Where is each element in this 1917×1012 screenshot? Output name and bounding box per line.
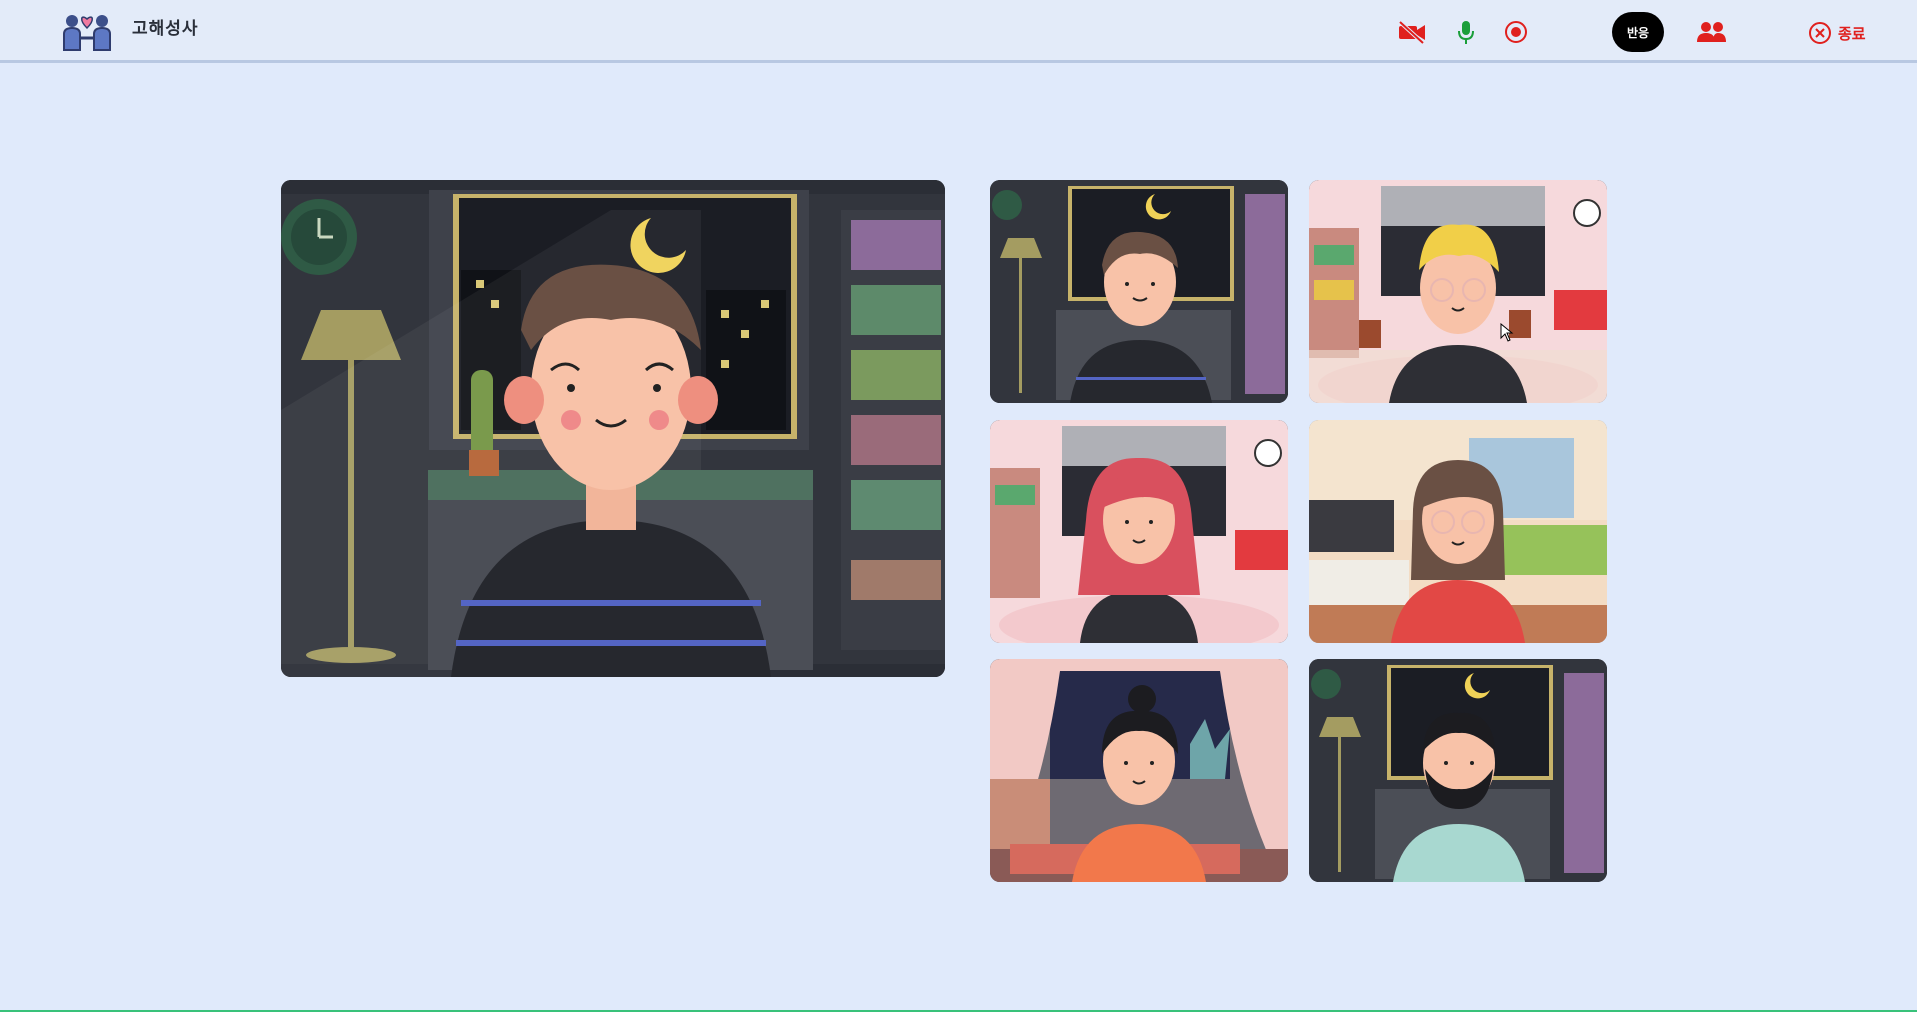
- people-heart-logo: [62, 12, 112, 52]
- mouse-cursor: [1500, 322, 1514, 343]
- top-bar: 고해성사 반응 종료: [0, 0, 1917, 63]
- participant-tile-5[interactable]: [990, 659, 1288, 882]
- main-video-tile[interactable]: [281, 180, 945, 677]
- participant-tile-4[interactable]: [1309, 420, 1607, 643]
- app-title: 고해성사: [132, 19, 199, 39]
- exit-button[interactable]: 종료: [1808, 18, 1866, 48]
- main-participant-video: [281, 180, 945, 677]
- participant-video-6: [1309, 659, 1607, 882]
- participant-tile-1[interactable]: [990, 180, 1288, 403]
- participant-video-3: [990, 420, 1288, 643]
- exit-label: 종료: [1838, 24, 1866, 43]
- close-circle-icon: [1809, 22, 1831, 44]
- participant-video-1: [990, 180, 1288, 403]
- record-icon[interactable]: [1500, 16, 1532, 48]
- react-button[interactable]: 반응: [1612, 12, 1664, 52]
- mic-icon[interactable]: [1450, 16, 1482, 48]
- participant-video-5: [990, 659, 1288, 882]
- participant-tile-6[interactable]: [1309, 659, 1607, 882]
- video-off-icon[interactable]: [1396, 16, 1428, 48]
- participant-video-4: [1309, 420, 1607, 643]
- participant-video-2: [1309, 180, 1607, 403]
- participant-tile-2[interactable]: [1309, 180, 1607, 403]
- participants-icon[interactable]: [1695, 16, 1727, 48]
- participant-tile-3[interactable]: [990, 420, 1288, 643]
